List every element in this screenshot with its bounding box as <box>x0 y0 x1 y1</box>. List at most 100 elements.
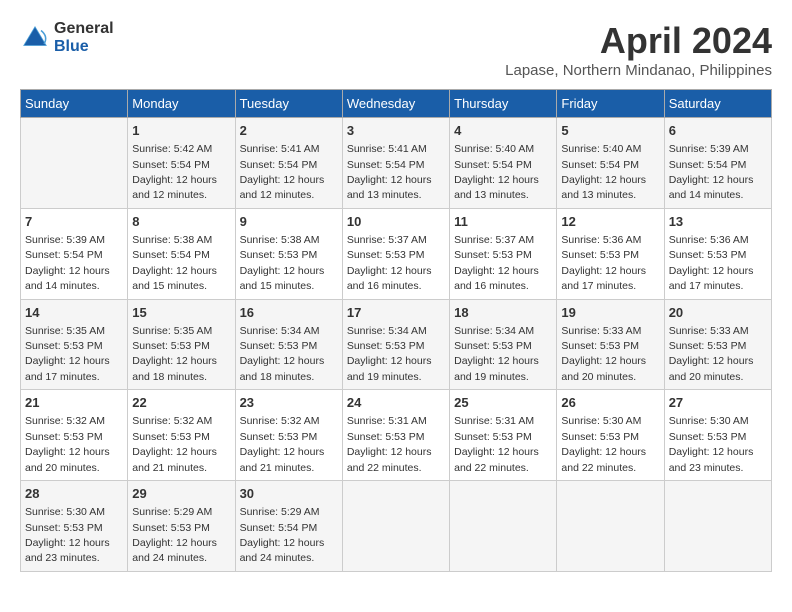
calendar-cell: 13 Sunrise: 5:36 AM Sunset: 5:53 PM Dayli… <box>664 208 771 299</box>
day-number: 18 <box>454 304 552 322</box>
day-number: 3 <box>347 122 445 140</box>
calendar-cell: 18 Sunrise: 5:34 AM Sunset: 5:53 PM Dayli… <box>450 299 557 390</box>
page-header: General Blue April 2024 Lapase, Northern… <box>20 20 772 79</box>
day-number: 4 <box>454 122 552 140</box>
day-number: 24 <box>347 394 445 412</box>
calendar-week-row: 1 Sunrise: 5:42 AM Sunset: 5:54 PM Daylig… <box>21 118 772 209</box>
calendar-cell: 25Sunrise: 5:31 AM Sunset: 5:53 PM Dayli… <box>450 390 557 481</box>
day-info: Sunrise: 5:29 AM Sunset: 5:54 PM Dayligh… <box>240 506 325 564</box>
calendar-cell: 22 Sunrise: 5:32 AM Sunset: 5:53 PM Dayli… <box>128 390 235 481</box>
calendar-cell <box>342 481 449 572</box>
day-info: Sunrise: 5:29 AM Sunset: 5:53 PM Dayligh… <box>132 506 217 564</box>
day-info: Sunrise: 5:34 AM Sunset: 5:53 PM Dayligh… <box>454 325 539 383</box>
day-number: 13 <box>669 213 767 231</box>
day-info: Sunrise: 5:35 AM Sunset: 5:53 PM Dayligh… <box>25 325 110 383</box>
calendar-cell: 12 Sunrise: 5:36 AM Sunset: 5:53 PM Dayli… <box>557 208 664 299</box>
day-number: 16 <box>240 304 338 322</box>
calendar-week-row: 28 Sunrise: 5:30 AM Sunset: 5:53 PM Dayli… <box>21 481 772 572</box>
day-number: 30 <box>240 485 338 503</box>
calendar-cell <box>21 118 128 209</box>
day-number: 8 <box>132 213 230 231</box>
calendar-cell: 9 Sunrise: 5:38 AM Sunset: 5:53 PM Daylig… <box>235 208 342 299</box>
day-info: Sunrise: 5:37 AM Sunset: 5:53 PM Dayligh… <box>347 234 432 292</box>
day-info: Sunrise: 5:42 AM Sunset: 5:54 PM Dayligh… <box>132 143 217 201</box>
calendar-cell: 17Sunrise: 5:34 AM Sunset: 5:53 PM Dayli… <box>342 299 449 390</box>
logo-icon <box>20 23 50 53</box>
header-day: Monday <box>128 90 235 118</box>
day-info: Sunrise: 5:39 AM Sunset: 5:54 PM Dayligh… <box>25 234 110 292</box>
day-info: Sunrise: 5:33 AM Sunset: 5:53 PM Dayligh… <box>561 325 646 383</box>
calendar-week-row: 14 Sunrise: 5:35 AM Sunset: 5:53 PM Dayli… <box>21 299 772 390</box>
day-number: 14 <box>25 304 123 322</box>
day-number: 29 <box>132 485 230 503</box>
day-info: Sunrise: 5:36 AM Sunset: 5:53 PM Dayligh… <box>561 234 646 292</box>
main-title: April 2024 <box>505 20 772 62</box>
day-number: 26 <box>561 394 659 412</box>
day-info: Sunrise: 5:38 AM Sunset: 5:54 PM Dayligh… <box>132 234 217 292</box>
calendar-cell: 11 Sunrise: 5:37 AM Sunset: 5:53 PM Dayli… <box>450 208 557 299</box>
calendar-cell: 21Sunrise: 5:32 AM Sunset: 5:53 PM Dayli… <box>21 390 128 481</box>
header-day: Tuesday <box>235 90 342 118</box>
calendar-table: SundayMondayTuesdayWednesdayThursdayFrid… <box>20 89 772 572</box>
day-info: Sunrise: 5:32 AM Sunset: 5:53 PM Dayligh… <box>25 415 110 473</box>
day-number: 11 <box>454 213 552 231</box>
day-number: 10 <box>347 213 445 231</box>
day-info: Sunrise: 5:30 AM Sunset: 5:53 PM Dayligh… <box>669 415 754 473</box>
day-info: Sunrise: 5:40 AM Sunset: 5:54 PM Dayligh… <box>561 143 646 201</box>
header-day: Wednesday <box>342 90 449 118</box>
day-number: 28 <box>25 485 123 503</box>
calendar-cell: 16Sunrise: 5:34 AM Sunset: 5:53 PM Dayli… <box>235 299 342 390</box>
header-day: Friday <box>557 90 664 118</box>
title-block: April 2024 Lapase, Northern Mindanao, Ph… <box>505 20 772 79</box>
calendar-cell <box>664 481 771 572</box>
header-row: SundayMondayTuesdayWednesdayThursdayFrid… <box>21 90 772 118</box>
day-info: Sunrise: 5:39 AM Sunset: 5:54 PM Dayligh… <box>669 143 754 201</box>
day-number: 20 <box>669 304 767 322</box>
calendar-cell: 28 Sunrise: 5:30 AM Sunset: 5:53 PM Dayli… <box>21 481 128 572</box>
subtitle: Lapase, Northern Mindanao, Philippines <box>505 62 772 79</box>
day-info: Sunrise: 5:36 AM Sunset: 5:53 PM Dayligh… <box>669 234 754 292</box>
day-info: Sunrise: 5:37 AM Sunset: 5:53 PM Dayligh… <box>454 234 539 292</box>
day-number: 1 <box>132 122 230 140</box>
day-info: Sunrise: 5:40 AM Sunset: 5:54 PM Dayligh… <box>454 143 539 201</box>
day-info: Sunrise: 5:41 AM Sunset: 5:54 PM Dayligh… <box>240 143 325 201</box>
calendar-cell: 3Sunrise: 5:41 AM Sunset: 5:54 PM Daylig… <box>342 118 449 209</box>
day-info: Sunrise: 5:30 AM Sunset: 5:53 PM Dayligh… <box>561 415 646 473</box>
calendar-cell: 14 Sunrise: 5:35 AM Sunset: 5:53 PM Dayli… <box>21 299 128 390</box>
day-number: 19 <box>561 304 659 322</box>
header-day: Thursday <box>450 90 557 118</box>
calendar-cell: 20 Sunrise: 5:33 AM Sunset: 5:53 PM Dayli… <box>664 299 771 390</box>
calendar-cell <box>557 481 664 572</box>
day-number: 27 <box>669 394 767 412</box>
calendar-cell: 5Sunrise: 5:40 AM Sunset: 5:54 PM Daylig… <box>557 118 664 209</box>
day-number: 23 <box>240 394 338 412</box>
day-info: Sunrise: 5:30 AM Sunset: 5:53 PM Dayligh… <box>25 506 110 564</box>
calendar-cell: 2Sunrise: 5:41 AM Sunset: 5:54 PM Daylig… <box>235 118 342 209</box>
calendar-cell: 23Sunrise: 5:32 AM Sunset: 5:53 PM Dayli… <box>235 390 342 481</box>
calendar-cell: 30 Sunrise: 5:29 AM Sunset: 5:54 PM Dayli… <box>235 481 342 572</box>
day-number: 9 <box>240 213 338 231</box>
day-number: 12 <box>561 213 659 231</box>
calendar-cell: 7 Sunrise: 5:39 AM Sunset: 5:54 PM Daylig… <box>21 208 128 299</box>
logo: General Blue <box>20 20 114 55</box>
day-number: 17 <box>347 304 445 322</box>
day-info: Sunrise: 5:32 AM Sunset: 5:53 PM Dayligh… <box>132 415 217 473</box>
day-number: 7 <box>25 213 123 231</box>
calendar-cell: 27 Sunrise: 5:30 AM Sunset: 5:53 PM Dayli… <box>664 390 771 481</box>
calendar-cell: 10 Sunrise: 5:37 AM Sunset: 5:53 PM Dayli… <box>342 208 449 299</box>
day-info: Sunrise: 5:33 AM Sunset: 5:53 PM Dayligh… <box>669 325 754 383</box>
calendar-cell: 6 Sunrise: 5:39 AM Sunset: 5:54 PM Daylig… <box>664 118 771 209</box>
calendar-week-row: 7 Sunrise: 5:39 AM Sunset: 5:54 PM Daylig… <box>21 208 772 299</box>
day-info: Sunrise: 5:35 AM Sunset: 5:53 PM Dayligh… <box>132 325 217 383</box>
calendar-cell: 8 Sunrise: 5:38 AM Sunset: 5:54 PM Daylig… <box>128 208 235 299</box>
calendar-cell <box>450 481 557 572</box>
calendar-cell: 26 Sunrise: 5:30 AM Sunset: 5:53 PM Dayli… <box>557 390 664 481</box>
calendar-cell: 19 Sunrise: 5:33 AM Sunset: 5:53 PM Dayli… <box>557 299 664 390</box>
calendar-cell: 15Sunrise: 5:35 AM Sunset: 5:53 PM Dayli… <box>128 299 235 390</box>
calendar-cell: 29 Sunrise: 5:29 AM Sunset: 5:53 PM Dayli… <box>128 481 235 572</box>
day-number: 6 <box>669 122 767 140</box>
header-day: Sunday <box>21 90 128 118</box>
day-info: Sunrise: 5:38 AM Sunset: 5:53 PM Dayligh… <box>240 234 325 292</box>
header-day: Saturday <box>664 90 771 118</box>
day-number: 22 <box>132 394 230 412</box>
